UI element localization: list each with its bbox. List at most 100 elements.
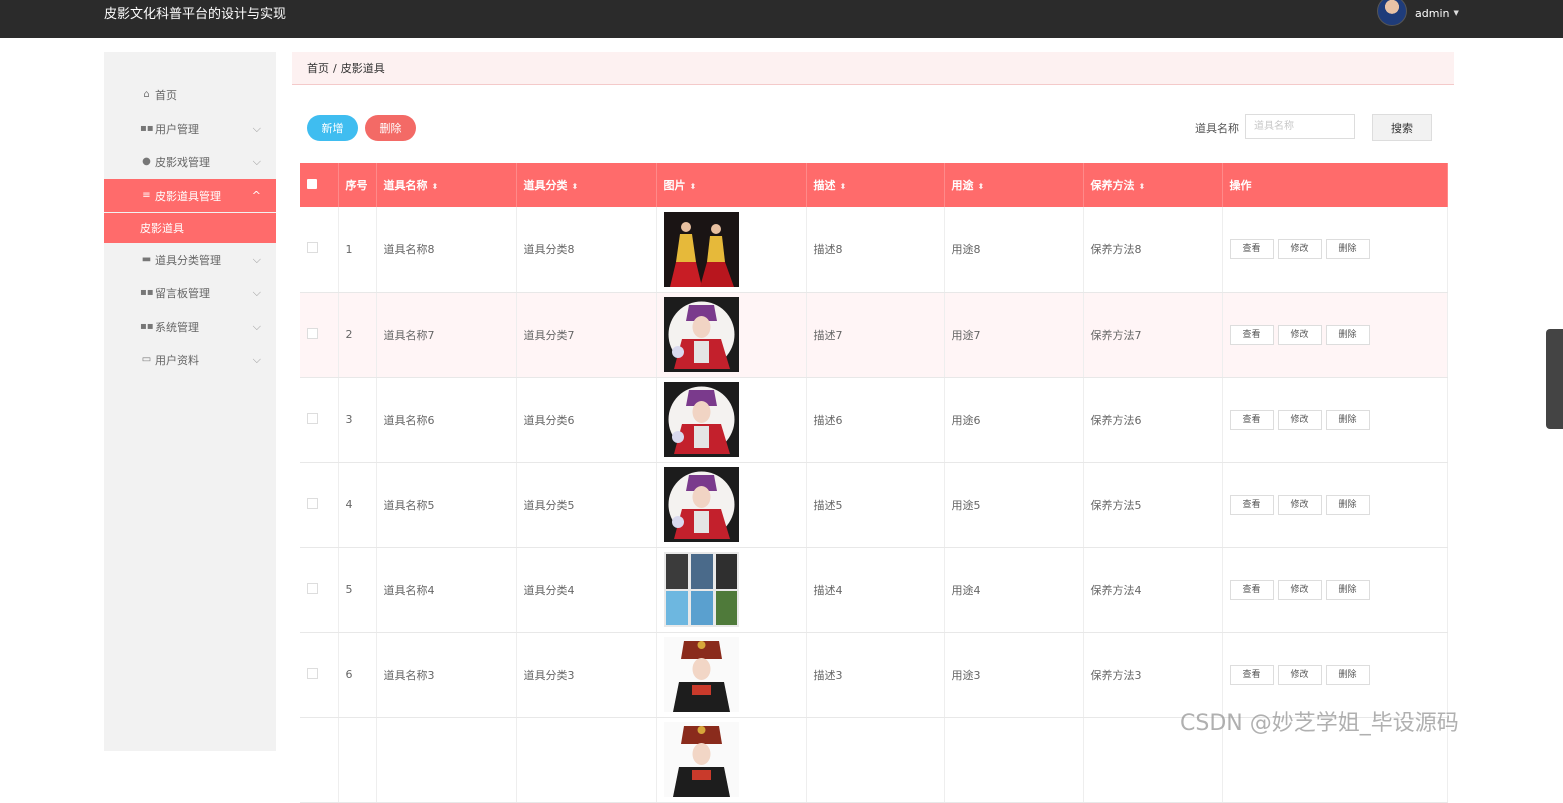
select-all-checkbox[interactable] (307, 178, 317, 189)
edit-button[interactable]: 修改 (1277, 239, 1322, 260)
row-actions: 查看 修改 删除 (1222, 377, 1448, 463)
prop-image-cell (656, 632, 807, 718)
view-button[interactable]: 查看 (1229, 239, 1274, 260)
sidebar-item-label: 皮影戏管理 (155, 155, 210, 169)
home-icon: ⌂ (143, 89, 150, 100)
prop-image[interactable] (663, 637, 806, 712)
prop-name: 道具名称5 (376, 462, 517, 548)
prop-category: 道具分类8 (516, 207, 657, 293)
sidebar-item-label: 首页 (155, 88, 177, 102)
sidebar-subitem-props[interactable]: 皮影道具 (104, 213, 276, 243)
search-input[interactable] (1245, 114, 1355, 139)
delete-button[interactable]: 删除 (1325, 664, 1370, 685)
breadcrumb-current: 皮影道具 (340, 62, 385, 75)
column-header-care[interactable]: 保养方法 ⬍ (1083, 163, 1223, 207)
edit-button[interactable]: 修改 (1277, 324, 1322, 345)
edit-button[interactable]: 修改 (1277, 409, 1322, 430)
row-index: 1 (338, 207, 377, 293)
row-actions: 查看 修改 删除 (1222, 462, 1448, 548)
side-scroll-handle[interactable] (1546, 329, 1563, 429)
calendar-icon: ▭ (141, 354, 152, 365)
delete-button[interactable]: 删除 (1325, 494, 1370, 515)
row-select-cell[interactable] (300, 292, 339, 378)
avatar[interactable] (1377, 0, 1407, 26)
sort-icon[interactable]: ⬍ (978, 182, 985, 191)
view-button[interactable]: 查看 (1229, 664, 1274, 685)
sidebar-item-home[interactable]: ⌂ 首页 (104, 78, 276, 111)
top-bar: 皮影文化科普平台的设计与实现 admin ▼ (0, 0, 1563, 38)
breadcrumb-separator: / (333, 61, 337, 75)
delete-button[interactable]: 删除 (1325, 579, 1370, 600)
sort-icon[interactable]: ⬍ (690, 182, 697, 191)
row-index: 4 (338, 462, 377, 548)
view-button[interactable]: 查看 (1229, 324, 1274, 345)
sort-icon[interactable]: ⬍ (1139, 182, 1146, 191)
row-checkbox[interactable] (307, 327, 318, 339)
view-button[interactable]: 查看 (1229, 494, 1274, 515)
column-header-usage[interactable]: 用途 ⬍ (944, 163, 1084, 207)
column-header-category[interactable]: 道具分类 ⬍ (516, 163, 657, 207)
breadcrumb-home[interactable]: 首页 (307, 60, 329, 76)
row-select-cell[interactable] (300, 377, 339, 463)
prop-description (806, 717, 945, 803)
chevron-down-icon: ⌵ (252, 154, 261, 168)
row-checkbox[interactable] (307, 497, 318, 509)
batch-delete-button[interactable]: 删除 (365, 115, 416, 141)
row-index: 2 (338, 292, 377, 378)
sort-icon[interactable]: ⬍ (432, 182, 439, 191)
view-button[interactable]: 查看 (1229, 579, 1274, 600)
prop-description: 描述8 (806, 207, 945, 293)
list-icon: ≡ (142, 190, 151, 201)
grid-icon: ▪▪ (140, 287, 154, 298)
prop-image[interactable] (663, 467, 806, 542)
prop-usage: 用途3 (944, 632, 1084, 718)
sort-icon[interactable]: ⬍ (572, 182, 579, 191)
row-select-cell[interactable] (300, 462, 339, 548)
delete-button[interactable]: 删除 (1325, 409, 1370, 430)
row-select-cell[interactable] (300, 207, 339, 293)
prop-image[interactable] (663, 722, 806, 797)
delete-button[interactable]: 删除 (1325, 239, 1370, 260)
prop-usage: 用途6 (944, 377, 1084, 463)
watermark: CSDN @妙芝学姐_毕设源码 (1180, 711, 1459, 736)
prop-category: 道具分类5 (516, 462, 657, 548)
prop-image[interactable] (663, 297, 806, 372)
prop-category: 道具分类4 (516, 547, 657, 633)
prop-image-cell (656, 292, 807, 378)
add-button[interactable]: 新增 (307, 115, 358, 141)
sidebar-item-system-management[interactable]: ▪▪ 系统管理 ⌵ (104, 310, 276, 343)
row-select-cell[interactable] (300, 717, 339, 803)
column-header-name[interactable]: 道具名称 ⬍ (376, 163, 517, 207)
row-select-cell[interactable] (300, 547, 339, 633)
view-button[interactable]: 查看 (1229, 409, 1274, 430)
sidebar-item-message-board[interactable]: ▪▪ 留言板管理 ⌵ (104, 276, 276, 309)
sidebar-item-user-management[interactable]: ▪▪ 用户管理 ⌵ (104, 112, 276, 145)
row-checkbox[interactable] (307, 667, 318, 679)
user-menu[interactable]: admin ▼ (1377, 0, 1459, 26)
row-select-cell[interactable] (300, 632, 339, 718)
prop-image[interactable] (663, 382, 806, 457)
chevron-down-icon: ⌵ (252, 121, 261, 135)
sidebar-item-user-profile[interactable]: ▭ 用户资料 ⌵ (104, 343, 276, 376)
chevron-down-icon: ⌵ (252, 285, 261, 299)
column-header-description[interactable]: 描述 ⬍ (806, 163, 945, 207)
edit-button[interactable]: 修改 (1277, 664, 1322, 685)
prop-image[interactable] (663, 211, 806, 287)
sidebar-item-prop-category-management[interactable]: ▬ 道具分类管理 ⌵ (104, 243, 276, 276)
caret-down-icon[interactable]: ▼ (1453, 9, 1458, 17)
edit-button[interactable]: 修改 (1277, 494, 1322, 515)
sidebar-item-label: 系统管理 (155, 320, 199, 334)
sort-icon[interactable]: ⬍ (840, 182, 847, 191)
select-all-cell[interactable] (300, 163, 339, 207)
username[interactable]: admin (1415, 7, 1449, 20)
edit-button[interactable]: 修改 (1277, 579, 1322, 600)
prop-image[interactable] (663, 552, 806, 627)
sidebar-item-prop-management[interactable]: ≡ 皮影道具管理 ^ (104, 179, 276, 212)
search-button[interactable]: 搜索 (1372, 114, 1432, 141)
row-checkbox[interactable] (307, 412, 318, 424)
column-header-image[interactable]: 图片 ⬍ (656, 163, 807, 207)
delete-button[interactable]: 删除 (1325, 324, 1370, 345)
row-checkbox[interactable] (307, 242, 318, 254)
row-checkbox[interactable] (307, 582, 318, 594)
sidebar-item-shadow-play-management[interactable]: ● 皮影戏管理 ⌵ (104, 145, 276, 178)
